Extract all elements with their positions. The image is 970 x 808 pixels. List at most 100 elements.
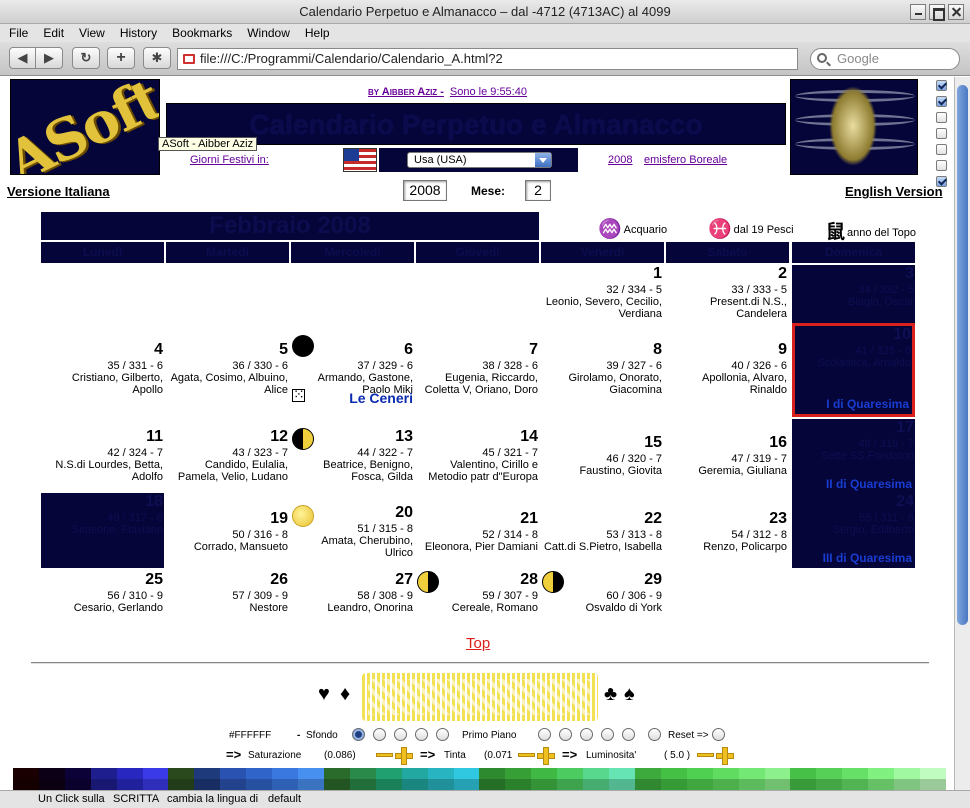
day-cell[interactable]: 7 38 / 328 - 6 Eugenia, Riccardo, Coletta … [416,341,539,416]
palette-swatch[interactable] [816,779,843,790]
sunday-cell-today[interactable]: 10 41 / 325 - 6 Scolastica, Arnaldo I di Qu… [792,323,915,417]
palette-swatch[interactable] [453,779,480,790]
option-checkbox-5[interactable] [936,144,947,155]
option-checkbox-6[interactable] [936,160,947,171]
palette-swatch[interactable] [557,779,584,790]
radio-primo-6[interactable] [648,728,661,741]
palette-swatch[interactable] [686,768,713,779]
scrollbar-thumb[interactable] [957,85,968,625]
palette-swatch[interactable] [738,768,765,779]
year-input[interactable]: 2008 [403,180,447,201]
palette-swatch[interactable] [298,768,324,779]
month-input[interactable]: 2 [525,180,551,201]
day-cell[interactable]: 4 35 / 331 - 6 Cristiano, Gilberto, Apollo [41,341,164,416]
day-cell[interactable]: 6 37 / 329 - 6 Armando, Gastone, Paolo Mik… [291,341,414,416]
day-cell[interactable]: 26 57 / 309 - 9 Nestore [166,571,289,646]
palette-swatch[interactable] [298,779,324,790]
palette-swatch[interactable] [427,779,454,790]
minimize-button[interactable] [910,4,926,20]
author-clock-link[interactable]: by Aibber Aziz - Sono le 9:55:40 [368,86,527,98]
palette-swatch[interactable] [142,779,169,790]
palette-swatch[interactable] [583,779,610,790]
plus-icon[interactable] [537,747,555,765]
day-cell[interactable]: 12 43 / 323 - 7 Candido, Eulalia, Pamela, … [166,428,289,503]
country-select[interactable]: Usa (USA) [407,152,552,168]
palette-swatch[interactable] [142,768,169,779]
palette-swatch[interactable] [323,779,350,790]
asoft-logo[interactable]: ASoft [10,79,160,175]
palette-swatch[interactable] [479,768,506,779]
palette-swatch[interactable] [246,779,273,790]
day-cell[interactable]: 25 56 / 310 - 9 Cesario, Gerlando [41,571,164,646]
palette-swatch[interactable] [38,768,65,779]
palette-swatch[interactable] [13,768,39,779]
forward-button[interactable]: ▶ [35,47,63,69]
palette-swatch[interactable] [220,768,247,779]
palette-swatch[interactable] [660,768,687,779]
palette-swatch[interactable] [634,779,661,790]
palette-swatch[interactable] [686,779,713,790]
radio-primo-2[interactable] [559,728,572,741]
menu-history[interactable]: History [120,26,157,40]
palette-swatch[interactable] [349,779,376,790]
menu-edit[interactable]: Edit [43,26,64,40]
close-button[interactable] [948,4,964,20]
reload-button[interactable]: ↻ [72,47,100,69]
palette-swatch[interactable] [90,768,117,779]
day-cell[interactable]: 27 58 / 308 - 9 Leandro, Onorina [291,571,414,646]
day-cell[interactable]: 16 47 / 319 - 7 Geremia, Giuliana [665,434,788,509]
palette-swatch[interactable] [90,779,117,790]
radio-sfondo-5[interactable] [436,728,449,741]
day-cell[interactable]: 5 36 / 330 - 6 Agata, Cosimo, Albuino, Ali… [166,341,289,416]
hemisphere-link[interactable]: emisfero Boreale [644,154,727,166]
palette-swatch[interactable] [712,768,739,779]
palette-swatch[interactable] [427,768,454,779]
option-checkbox-2[interactable] [936,96,947,107]
palette-swatch[interactable] [790,779,817,790]
menu-window[interactable]: Window [247,26,290,40]
palette-swatch[interactable] [13,779,39,790]
palette-swatch[interactable] [168,768,195,779]
palette-swatch[interactable] [790,768,817,779]
radio-primo-1[interactable] [538,728,551,741]
option-checkbox-4[interactable] [936,128,947,139]
palette-swatch[interactable] [401,768,428,779]
palette-swatch[interactable] [64,779,91,790]
menu-help[interactable]: Help [305,26,330,40]
minus-icon[interactable] [518,753,535,757]
sunday-cell[interactable]: 24 55 / 311 - 8 Sergio, Edilberto III di Qu… [792,493,915,568]
palette-swatch[interactable] [453,768,480,779]
url-bar[interactable]: file:///C:/Programmi/Calendario/Calendar… [177,48,798,70]
palette-swatch[interactable] [609,768,635,779]
palette-swatch[interactable] [764,779,791,790]
palette-swatch[interactable] [842,779,869,790]
radio-primo-3[interactable] [580,728,593,741]
palette-swatch[interactable] [194,768,221,779]
day-cell[interactable]: 23 54 / 312 - 8 Renzo, Policarpo [665,510,788,585]
radio-sfondo-2[interactable] [373,728,386,741]
palette-swatch[interactable] [220,779,247,790]
day-cell[interactable]: 2 33 / 333 - 5 Present.di N.S., Candelera [665,265,788,340]
palette-swatch[interactable] [660,779,687,790]
maximize-button[interactable] [929,4,945,21]
palette-swatch[interactable] [246,768,273,779]
vertical-scrollbar[interactable] [954,77,970,790]
palette-swatch[interactable] [842,768,869,779]
option-checkbox-1[interactable] [936,80,947,91]
palette-swatch[interactable] [116,768,143,779]
radio-sfondo-4[interactable] [415,728,428,741]
monday-dark-cell[interactable]: 18 49 / 317 - 8 Simeone, Flaviano [41,493,164,568]
palette-swatch[interactable] [375,768,402,779]
menu-view[interactable]: View [79,26,105,40]
radio-sfondo-3[interactable] [394,728,407,741]
holidays-label[interactable]: Giorni Festivi in: [190,154,269,166]
option-checkbox-3[interactable] [936,112,947,123]
palette-swatch[interactable] [116,779,143,790]
add-bookmark-button[interactable]: + [107,47,135,69]
palette-swatch[interactable] [38,779,65,790]
palette-swatch[interactable] [920,768,946,779]
plus-icon[interactable] [395,747,413,765]
plus-icon[interactable] [716,747,734,765]
palette-swatch[interactable] [894,779,921,790]
hue-stepper[interactable] [518,746,555,765]
